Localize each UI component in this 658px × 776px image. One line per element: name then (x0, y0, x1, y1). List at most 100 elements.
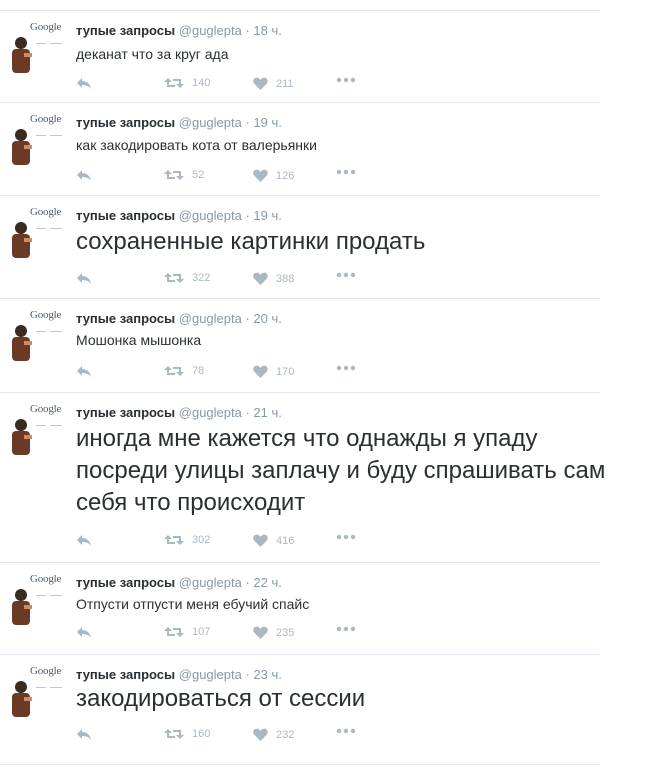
avatar-line (50, 43, 62, 44)
more-dots-icon (336, 728, 356, 734)
more-button[interactable] (336, 169, 356, 175)
like-button[interactable]: 170 (253, 365, 294, 378)
more-dots-icon (336, 534, 356, 540)
tweet-actions: 322 388 (76, 272, 376, 290)
tweet-actions: 160 232 (76, 728, 376, 746)
more-dots-icon (336, 77, 356, 83)
tweet[interactable]: Google тупые запросы @guglepta · 23 ч. з… (0, 655, 600, 765)
user-handle[interactable]: @guglepta (179, 667, 242, 682)
reply-button[interactable] (76, 272, 92, 285)
retweet-count: 52 (192, 169, 205, 181)
tweet-header: тупые запросы @guglepta · 23 ч. (76, 667, 282, 682)
avatar-logo-text: Google (30, 206, 62, 218)
avatar-line (50, 595, 62, 596)
reply-button[interactable] (76, 169, 92, 182)
timestamp[interactable]: 18 ч. (253, 23, 281, 38)
like-button[interactable]: 232 (253, 728, 294, 741)
avatar-line (50, 331, 62, 332)
retweet-button[interactable]: 52 (164, 169, 204, 181)
like-button[interactable]: 235 (253, 626, 294, 639)
like-button[interactable]: 126 (253, 169, 294, 182)
retweet-icon (164, 534, 184, 546)
retweet-button[interactable]: 78 (164, 365, 204, 377)
user-handle[interactable]: @guglepta (179, 208, 242, 223)
retweet-count: 140 (192, 77, 211, 89)
user-name[interactable]: тупые запросы (76, 405, 175, 420)
tweet[interactable]: Google тупые запросы @guglepta · 22 ч. О… (0, 563, 600, 655)
tweet-feed: Google тупые запросы @guglepta · 18 ч. д… (0, 0, 630, 776)
tweet-header: тупые запросы @guglepta · 22 ч. (76, 575, 282, 590)
user-name[interactable]: тупые запросы (76, 115, 175, 130)
timestamp[interactable]: 23 ч. (253, 667, 281, 682)
reply-button[interactable] (76, 77, 92, 90)
tweet[interactable]: Google тупые запросы @guglepta · 18 ч. д… (0, 10, 600, 103)
avatar[interactable]: Google (10, 113, 66, 169)
tweet[interactable]: Google тупые запросы @guglepta · 19 ч. к… (0, 103, 600, 196)
user-name[interactable]: тупые запросы (76, 667, 175, 682)
like-button[interactable]: 416 (253, 534, 294, 547)
reply-button[interactable] (76, 365, 92, 378)
separator: · (241, 208, 254, 223)
timestamp[interactable]: 22 ч. (253, 575, 281, 590)
more-button[interactable] (336, 272, 356, 278)
avatar-logo-text: Google (30, 21, 62, 33)
timestamp[interactable]: 19 ч. (253, 115, 281, 130)
user-handle[interactable]: @guglepta (179, 575, 242, 590)
avatar[interactable]: Google (10, 403, 66, 459)
retweet-icon (164, 626, 184, 638)
heart-icon (253, 169, 268, 182)
heart-icon (253, 77, 268, 90)
tweet[interactable]: Google тупые запросы @guglepta · 21 ч. и… (0, 393, 605, 563)
avatar-line (36, 331, 46, 332)
avatar[interactable]: Google (10, 665, 66, 721)
like-button[interactable]: 211 (253, 77, 294, 90)
timestamp[interactable]: 21 ч. (253, 405, 281, 420)
user-handle[interactable]: @guglepta (179, 405, 242, 420)
user-handle[interactable]: @guglepta (179, 115, 242, 130)
reply-button[interactable] (76, 626, 92, 639)
more-button[interactable] (336, 626, 356, 632)
tweet[interactable]: Google тупые запросы @guglepta · 20 ч. М… (0, 299, 600, 393)
retweet-count: 107 (192, 626, 211, 638)
more-button[interactable] (336, 728, 356, 734)
avatar[interactable]: Google (10, 573, 66, 629)
tweet-text: сохраненные картинки продать (76, 228, 426, 255)
avatar-line (36, 595, 46, 596)
avatar[interactable]: Google (10, 206, 66, 262)
reply-icon (76, 77, 92, 90)
retweet-button[interactable]: 322 (164, 272, 210, 284)
timestamp[interactable]: 19 ч. (253, 208, 281, 223)
retweet-button[interactable]: 302 (164, 534, 210, 546)
reply-icon (76, 365, 92, 378)
user-handle[interactable]: @guglepta (179, 23, 242, 38)
tweet-text: деканат что за круг ада (76, 46, 229, 62)
retweet-button[interactable]: 160 (164, 728, 210, 740)
more-button[interactable] (336, 534, 356, 540)
tweet-header: тупые запросы @guglepta · 20 ч. (76, 311, 282, 326)
avatar[interactable]: Google (10, 309, 66, 365)
more-button[interactable] (336, 365, 356, 371)
user-name[interactable]: тупые запросы (76, 208, 175, 223)
reply-button[interactable] (76, 728, 92, 741)
avatar-line (50, 135, 62, 136)
user-name[interactable]: тупые запросы (76, 575, 175, 590)
user-handle[interactable]: @guglepta (179, 311, 242, 326)
reply-icon (76, 169, 92, 182)
more-button[interactable] (336, 77, 356, 83)
tweet-text: закодироваться от сессии (76, 685, 366, 712)
avatar-image (12, 222, 32, 258)
retweet-button[interactable]: 107 (164, 626, 210, 638)
retweet-icon (164, 169, 184, 181)
user-name[interactable]: тупые запросы (76, 23, 175, 38)
like-button[interactable]: 388 (253, 272, 294, 285)
timestamp[interactable]: 20 ч. (253, 311, 281, 326)
tweet-text: как закодировать кота от валерьянки (76, 137, 317, 153)
tweet[interactable]: Google тупые запросы @guglepta · 19 ч. с… (0, 196, 600, 299)
like-count: 232 (276, 728, 295, 741)
retweet-button[interactable]: 140 (164, 77, 210, 89)
user-name[interactable]: тупые запросы (76, 311, 175, 326)
avatar[interactable]: Google (10, 21, 66, 77)
reply-button[interactable] (76, 534, 92, 547)
tweet-text: иногда мне кажется что однажды я упаду п… (76, 425, 606, 516)
retweet-icon (164, 272, 184, 284)
